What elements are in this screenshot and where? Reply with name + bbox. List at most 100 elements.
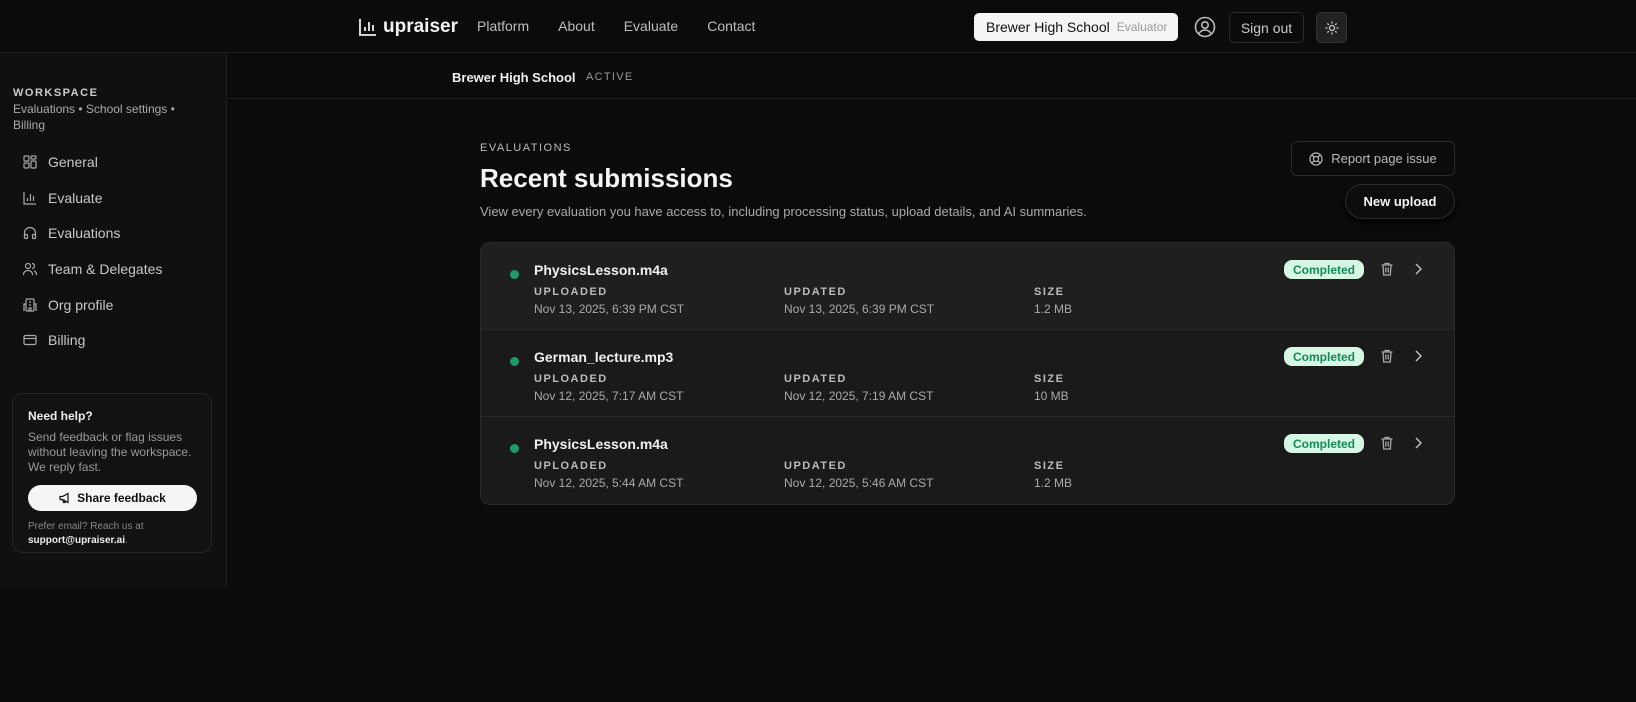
file-name[interactable]: PhysicsLesson.m4a [534,436,668,452]
logo-text: upraiser [383,16,458,37]
size-label: SIZE [1034,373,1065,385]
credit-card-icon [23,334,37,346]
size-col: SIZE 1.2 MB [1034,460,1072,490]
uploaded-value: Nov 12, 2025, 7:17 AM CST [534,389,684,403]
submission-row[interactable]: PhysicsLesson.m4a UPLOADED Nov 12, 2025, … [481,417,1454,504]
workspace-title: WORKSPACE [13,87,99,99]
bar-chart-icon [359,19,376,36]
org-subheader: Brewer High School ACTIVE [227,53,1636,99]
uploaded-col: UPLOADED Nov 13, 2025, 6:39 PM CST [534,286,684,316]
updated-label: UPDATED [784,460,847,472]
nav-evaluate[interactable]: Evaluate [624,18,678,34]
help-text: Send feedback or flag issues without lea… [28,430,192,474]
theme-toggle-button[interactable] [1316,12,1347,43]
file-name[interactable]: German_lecture.mp3 [534,349,673,365]
updated-label: UPDATED [784,286,847,298]
submission-row[interactable]: German_lecture.mp3 UPLOADED Nov 12, 2025,… [481,330,1454,417]
uploaded-label: UPLOADED [534,373,608,385]
workspace-subtitle: Evaluations • School settings • Billing [13,102,175,132]
sidebar-item-label: Evaluate [48,190,103,206]
help-card: Need help? Send feedback or flag issues … [12,393,212,553]
uploaded-value: Nov 12, 2025, 5:44 AM CST [534,476,684,490]
chevron-right-icon[interactable] [1410,435,1426,451]
grid-icon [23,155,37,169]
sidebar-item-general[interactable]: General [23,154,98,170]
sidebar-item-label: General [48,154,98,170]
lifebuoy-icon [1309,151,1323,166]
uploaded-label: UPLOADED [534,460,608,472]
uploaded-value: Nov 13, 2025, 6:39 PM CST [534,302,685,316]
email-note: Prefer email? Reach us at support@upraise… [28,520,196,548]
submissions-list: PhysicsLesson.m4a UPLOADED Nov 13, 2025, … [480,242,1455,505]
updated-col: UPDATED Nov 12, 2025, 5:46 AM CST [784,460,933,490]
org-status: ACTIVE [586,71,634,83]
size-label: SIZE [1034,286,1065,298]
uploaded-col: UPLOADED Nov 12, 2025, 7:17 AM CST [534,373,683,403]
headphones-icon [23,226,37,240]
page-title: Recent submissions [480,163,733,193]
share-feedback-button[interactable]: Share feedback [28,485,197,511]
sidebar-item-label: Evaluations [48,225,121,241]
users-icon [23,262,37,276]
report-issue-button[interactable]: Report page issue [1291,141,1455,176]
file-name[interactable]: PhysicsLesson.m4a [534,262,668,278]
updated-value: Nov 12, 2025, 7:19 AM CST [784,389,934,403]
status-dot [510,270,519,279]
status-badge: Completed [1284,347,1364,366]
trash-icon[interactable] [1379,435,1395,451]
org-name: Brewer High School [452,70,576,85]
role-label: Evaluator [1116,20,1168,34]
top-bar: upraiser Platform About Evaluate Contact… [0,0,1636,53]
uploaded-col: UPLOADED Nov 12, 2025, 5:44 AM CST [534,460,683,490]
size-value: 1.2 MB [1034,476,1073,490]
size-label: SIZE [1034,460,1065,472]
support-email-link[interactable]: support@upraiser.ai [28,535,125,546]
share-feedback-label: Share feedback [77,491,166,505]
main-nav: Platform About Evaluate Contact [477,18,755,34]
size-col: SIZE 10 MB [1034,373,1069,403]
sidebar-item-team[interactable]: Team & Delegates [23,261,162,277]
uploaded-label: UPLOADED [534,286,608,298]
updated-col: UPDATED Nov 12, 2025, 7:19 AM CST [784,373,933,403]
report-issue-label: Report page issue [1331,151,1437,166]
sign-out-button[interactable]: Sign out [1229,12,1304,43]
org-switcher[interactable]: Brewer High School Evaluator [974,13,1178,41]
page-description: View every evaluation you have access to… [480,204,1087,219]
trash-icon[interactable] [1379,261,1395,277]
updated-col: UPDATED Nov 13, 2025, 6:39 PM CST [784,286,934,316]
submission-row[interactable]: PhysicsLesson.m4a UPLOADED Nov 13, 2025, … [481,243,1454,330]
sidebar-item-label: Org profile [48,297,114,313]
chevron-right-icon[interactable] [1410,348,1426,364]
sun-icon [1325,21,1338,34]
nav-platform[interactable]: Platform [477,18,529,34]
sidebar: WORKSPACE Evaluations • School settings … [0,53,227,587]
help-title: Need help? [28,409,93,423]
bar-chart-icon [23,192,36,205]
status-badge: Completed [1284,260,1364,279]
sidebar-item-billing[interactable]: Billing [23,332,85,348]
chevron-right-icon[interactable] [1410,261,1426,277]
size-col: SIZE 1.2 MB [1034,286,1072,316]
status-dot [510,444,519,453]
sidebar-item-org-profile[interactable]: Org profile [23,297,113,313]
sidebar-item-evaluate[interactable]: Evaluate [23,190,102,206]
nav-about[interactable]: About [558,18,595,34]
email-suffix: . [125,535,128,546]
status-badge: Completed [1284,434,1364,453]
updated-value: Nov 12, 2025, 5:46 AM CST [784,476,934,490]
section-eyebrow: EVALUATIONS [480,142,572,154]
sidebar-item-evaluations[interactable]: Evaluations [23,225,120,241]
megaphone-icon [59,492,69,504]
sidebar-item-label: Team & Delegates [48,261,163,277]
logo[interactable]: upraiser [359,16,458,38]
updated-value: Nov 13, 2025, 6:39 PM CST [784,302,935,316]
user-icon[interactable] [1194,16,1216,38]
trash-icon[interactable] [1379,348,1395,364]
updated-label: UPDATED [784,373,847,385]
size-value: 1.2 MB [1034,302,1073,316]
new-upload-button[interactable]: New upload [1345,184,1455,219]
status-dot [510,357,519,366]
nav-contact[interactable]: Contact [707,18,755,34]
building-icon [23,298,37,312]
email-prefix: Prefer email? Reach us at [28,521,144,532]
